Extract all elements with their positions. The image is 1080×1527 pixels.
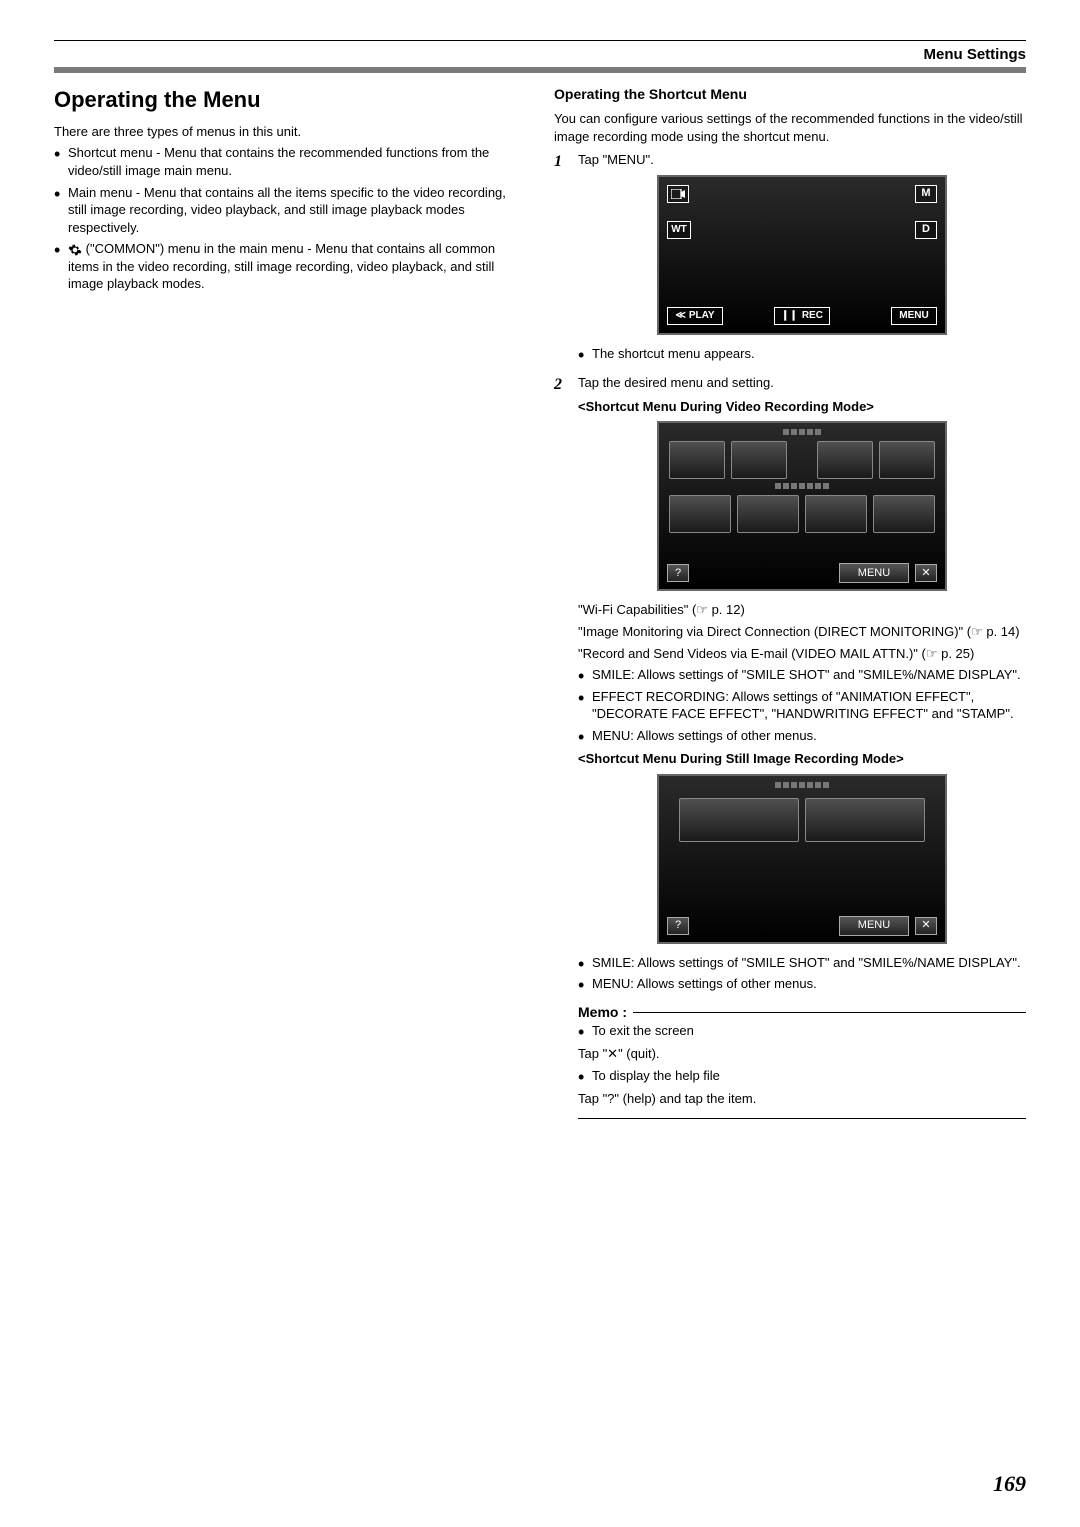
shortcut-screen-video: ? MENU ✕	[657, 421, 947, 591]
close-icon: ✕	[915, 564, 937, 582]
header-section-label: Menu Settings	[54, 45, 1026, 65]
video-bullet-effect: EFFECT RECORDING: Allows settings of "AN…	[578, 688, 1026, 723]
gear-icon	[68, 243, 82, 257]
help-icon: ?	[667, 564, 689, 582]
m-icon: M	[915, 185, 937, 203]
subsection-title: Operating the Shortcut Menu	[554, 85, 1026, 104]
step-2-text: Tap the desired menu and setting.	[578, 374, 1026, 392]
step-1-note: The shortcut menu appears.	[578, 345, 1026, 363]
video-bullet-smile: SMILE: Allows settings of "SMILE SHOT" a…	[578, 666, 1026, 684]
page-number: 169	[993, 1469, 1026, 1499]
bullet-main-menu: Main menu - Menu that contains all the i…	[54, 184, 526, 237]
memo-exit-bullet: To exit the screen	[578, 1022, 1026, 1040]
step-1-text: Tap "MENU".	[578, 151, 1026, 169]
header-thick-rule	[54, 67, 1026, 73]
menu-button: MENU	[891, 307, 937, 325]
still-bullet-menu: MENU: Allows settings of other menus.	[578, 975, 1026, 993]
left-column: Operating the Menu There are three types…	[54, 85, 526, 1123]
video-mode-heading: <Shortcut Menu During Video Recording Mo…	[578, 398, 1026, 416]
video-mode-icon	[667, 185, 689, 203]
memo-exit-line: Tap "✕" (quit).	[578, 1045, 1026, 1063]
grid-menu-button: MENU	[839, 563, 909, 583]
step-2-number: 2	[554, 374, 568, 1119]
right-column: Operating the Shortcut Menu You can conf…	[554, 85, 1026, 1123]
section-title: Operating the Menu	[54, 85, 526, 115]
zoom-wt-icon: WT	[667, 221, 691, 239]
bullet-common-menu: ("COMMON") menu in the main menu - Menu …	[54, 240, 526, 293]
close-icon: ✕	[915, 917, 937, 935]
memo-help-bullet: To display the help file	[578, 1067, 1026, 1085]
memo-heading: Memo :	[578, 1003, 1026, 1022]
intro-paragraph: There are three types of menus in this u…	[54, 123, 526, 141]
ref-direct-monitoring: "Image Monitoring via Direct Connection …	[578, 623, 1026, 641]
ref-video-mail: "Record and Send Videos via E-mail (VIDE…	[578, 645, 1026, 663]
shortcut-screen-still: ? MENU ✕	[657, 774, 947, 944]
subsection-intro: You can configure various settings of th…	[554, 110, 1026, 145]
still-mode-heading: <Shortcut Menu During Still Image Record…	[578, 750, 1026, 768]
help-icon: ?	[667, 917, 689, 935]
play-button: ≪PLAY	[667, 307, 723, 325]
top-rule	[54, 40, 1026, 41]
bullet-common-menu-text: ("COMMON") menu in the main menu - Menu …	[68, 241, 495, 291]
step-1-number: 1	[554, 151, 568, 368]
camera-screen-main: WT M D ≪PLAY ❙❙REC MENU	[657, 175, 947, 335]
grid-menu-button: MENU	[839, 916, 909, 936]
ref-wifi: "Wi-Fi Capabilities" (☞ p. 12)	[578, 601, 1026, 619]
bullet-shortcut-menu: Shortcut menu - Menu that contains the r…	[54, 144, 526, 179]
still-bullet-smile: SMILE: Allows settings of "SMILE SHOT" a…	[578, 954, 1026, 972]
video-bullet-menu: MENU: Allows settings of other menus.	[578, 727, 1026, 745]
d-icon: D	[915, 221, 937, 239]
rec-button: ❙❙REC	[774, 307, 830, 325]
memo-help-line: Tap "?" (help) and tap the item.	[578, 1090, 1026, 1108]
